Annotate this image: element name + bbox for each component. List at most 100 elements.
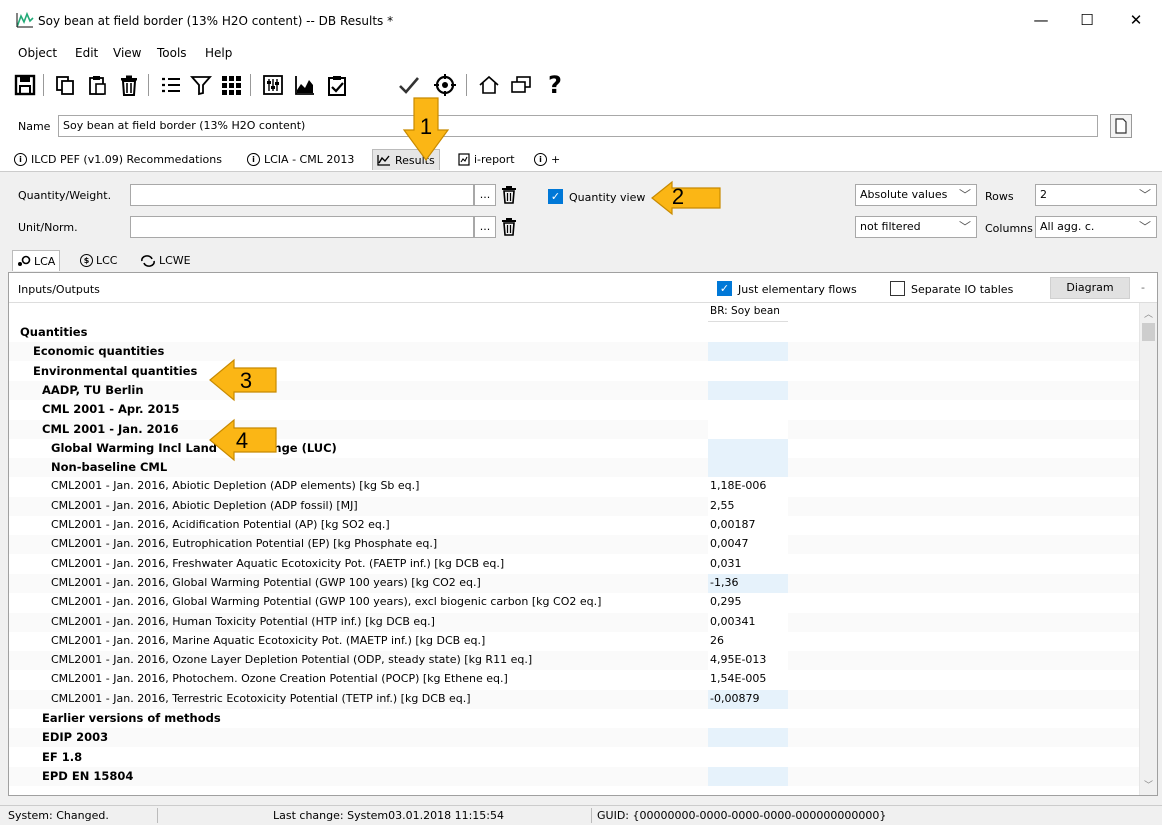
copy-icon[interactable] [50, 70, 80, 100]
home-icon[interactable] [474, 70, 504, 100]
quantity-weight-input[interactable] [130, 184, 474, 206]
minimize-button[interactable]: — [1031, 10, 1051, 30]
paste-icon[interactable] [82, 70, 112, 100]
table-row[interactable]: AADP, TU Berlin [9, 380, 1139, 400]
table-row[interactable]: CML2001 - Jan. 2016, Photochem. Ozone Cr… [9, 670, 1139, 690]
maximize-button[interactable]: ☐ [1077, 10, 1097, 30]
dollar-icon: $ [80, 254, 93, 267]
table-row[interactable]: EF 1.8 [9, 747, 1139, 767]
windows-icon[interactable] [506, 70, 536, 100]
tab-label: i-report [474, 153, 515, 166]
quantity-view-checkbox[interactable]: ✓ [548, 189, 563, 204]
quantity-browse-button[interactable]: ... [474, 184, 496, 206]
table-row[interactable]: Global Warming Incl Land Use Change (LUC… [9, 438, 1139, 458]
columns-label: Columns [985, 222, 1033, 235]
callout-number-4: 4 [235, 428, 249, 453]
separate-io-label: Separate IO tables [911, 283, 1014, 296]
unit-browse-button[interactable]: ... [474, 216, 496, 238]
table-row[interactable]: Quantities [9, 323, 1139, 342]
row-label: CML2001 - Jan. 2016, Global Warming Pote… [51, 575, 481, 589]
columns-select[interactable]: All agg. c. ﹀ [1035, 216, 1157, 238]
document-icon[interactable] [1110, 114, 1132, 138]
table-row[interactable]: EDIP 2003 [9, 728, 1139, 748]
not-filtered-select[interactable]: not filtered ﹀ [855, 216, 977, 238]
unit-norm-input[interactable] [130, 216, 474, 238]
row-value [708, 458, 788, 478]
diagram-button[interactable]: Diagram [1050, 277, 1130, 299]
clipboard-check-icon[interactable] [322, 70, 352, 100]
table-row[interactable]: EPD EN 15804 [9, 766, 1139, 786]
row-label: Environmental quantities [33, 363, 198, 378]
tab-ilcd-pef[interactable]: i ILCD PEF (v1.09) Recommedations [10, 149, 226, 170]
inputs-outputs-label: Inputs/Outputs [18, 283, 100, 296]
close-button[interactable]: ✕ [1126, 10, 1146, 30]
table-row[interactable]: Economic quantities [9, 342, 1139, 362]
scroll-down-icon[interactable]: ﹀ [1144, 778, 1153, 791]
menu-tools[interactable]: Tools [157, 46, 187, 60]
status-last-change: Last change: System03.01.2018 11:15:54 [273, 809, 504, 822]
table-row[interactable]: Environmental quantities [9, 361, 1139, 381]
tab-label: + [551, 153, 561, 166]
separate-io-checkbox[interactable] [890, 281, 905, 296]
table-row[interactable]: CML 2001 - Jan. 2016 [9, 419, 1139, 439]
trash-icon[interactable] [500, 185, 520, 205]
analysis-tabs: LCA $ LCC LCWE [0, 246, 1162, 272]
row-value: 4,95E-013 [708, 651, 788, 671]
save-icon[interactable] [10, 70, 40, 100]
grid-icon[interactable] [216, 70, 246, 100]
row-value [708, 380, 788, 400]
table-row[interactable]: CML2001 - Jan. 2016, Abiotic Depletion (… [9, 477, 1139, 497]
delete-icon[interactable] [114, 70, 144, 100]
table-row[interactable]: CML2001 - Jan. 2016, Ozone Layer Depleti… [9, 651, 1139, 671]
tab-lcwe[interactable]: LCWE [136, 250, 195, 271]
tab-lcc[interactable]: $ LCC [76, 250, 122, 271]
row-label: CML2001 - Jan. 2016, Human Toxicity Pote… [51, 614, 435, 628]
table-row[interactable]: CML2001 - Jan. 2016, Freshwater Aquatic … [9, 554, 1139, 574]
menu-view[interactable]: View [113, 46, 141, 60]
just-elementary-checkbox[interactable]: ✓ [717, 281, 732, 296]
row-value: -0,00879 [708, 689, 788, 709]
filter-icon[interactable] [186, 70, 216, 100]
quantity-weight-label: Quantity/Weight. [18, 189, 112, 202]
row-label: CML2001 - Jan. 2016, Acidification Poten… [51, 518, 390, 531]
table-row[interactable]: CML2001 - Jan. 2016, Global Warming Pote… [9, 593, 1139, 613]
equalizer-icon[interactable] [258, 70, 288, 100]
tab-lca[interactable]: LCA [12, 250, 61, 271]
menu-object[interactable]: Object [18, 46, 57, 60]
table-row[interactable]: Earlier versions of methods [9, 709, 1139, 728]
row-label: Earlier versions of methods [42, 711, 221, 725]
table-row[interactable]: CML2001 - Jan. 2016, Eutrophication Pote… [9, 535, 1139, 555]
scroll-up-icon[interactable]: ︿ [1144, 307, 1153, 320]
table-row[interactable]: CML2001 - Jan. 2016, Human Toxicity Pote… [9, 612, 1139, 632]
name-input[interactable]: Soy bean at field border (13% H2O conten… [58, 115, 1098, 137]
vertical-scrollbar[interactable]: ︿ ﹀ [1139, 303, 1157, 795]
table-row[interactable]: CML2001 - Jan. 2016, Marine Aquatic Ecot… [9, 631, 1139, 651]
rows-select[interactable]: 2 ﹀ [1035, 184, 1157, 206]
not-filtered-text: not filtered [860, 220, 921, 233]
scrollbar-thumb[interactable] [1142, 323, 1155, 341]
tab-i-report[interactable]: i-report [454, 149, 519, 170]
menu-help[interactable]: Help [205, 46, 232, 60]
chart-icon[interactable] [290, 70, 320, 100]
menu-edit[interactable]: Edit [75, 46, 98, 60]
absolute-values-select[interactable]: Absolute values ﹀ [855, 184, 977, 206]
row-label: Global Warming Incl Land Use Change (LUC… [51, 440, 337, 455]
help-icon[interactable]: ? [540, 70, 570, 100]
tab-lcia-cml[interactable]: i LCIA - CML 2013 [243, 149, 358, 170]
table-row[interactable]: CML2001 - Jan. 2016, Abiotic Depletion (… [9, 496, 1139, 516]
tab-label: ILCD PEF (v1.09) Recommedations [31, 153, 222, 166]
tab-add[interactable]: i + [530, 149, 564, 170]
list-icon[interactable] [156, 70, 186, 100]
collapse-button[interactable]: - [1141, 281, 1145, 294]
cycle-icon [141, 254, 155, 267]
info-icon: i [247, 153, 260, 166]
table-row[interactable]: CML2001 - Jan. 2016, Acidification Poten… [9, 516, 1139, 535]
row-label: CML2001 - Jan. 2016, Abiotic Depletion (… [51, 479, 420, 493]
table-row[interactable]: CML2001 - Jan. 2016, Terrestric Ecotoxic… [9, 689, 1139, 709]
callout-number-1: 1 [419, 114, 433, 139]
table-row[interactable]: CML2001 - Jan. 2016, Global Warming Pote… [9, 573, 1139, 593]
callout-number-2: 2 [671, 184, 685, 209]
trash-icon[interactable] [500, 217, 520, 237]
table-row[interactable]: Non-baseline CML [9, 458, 1139, 478]
table-row[interactable]: CML 2001 - Apr. 2015 [9, 400, 1139, 420]
